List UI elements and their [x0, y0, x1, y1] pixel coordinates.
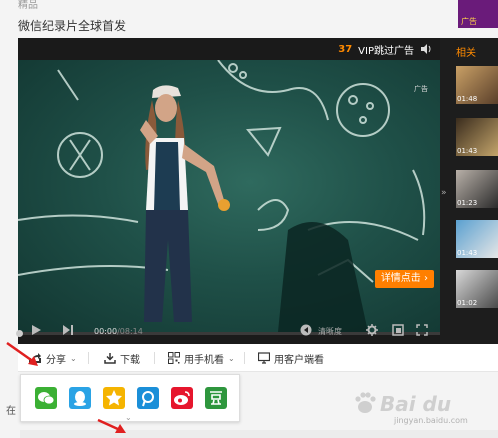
watch-on-phone-button[interactable]: 用手机看 ⌄ [168, 344, 235, 372]
related-thumb-1[interactable]: 01:48 [456, 66, 498, 104]
top-snippet-text: 精品 [18, 0, 38, 11]
video-frame[interactable] [18, 60, 440, 332]
related-title: 相关 [456, 48, 476, 59]
play-icon[interactable] [30, 324, 42, 336]
volume-icon[interactable] [420, 43, 432, 55]
related-thumb-2[interactable]: 01:43 [456, 118, 498, 156]
page: 精品 微信纪录片全球首发 广告 37 VIP跳过广告 广告 详情点击 › 00:… [0, 0, 498, 438]
thumb-duration: 01:43 [457, 249, 478, 257]
related-thumb-3[interactable]: 01:23 [456, 170, 498, 208]
gear-icon[interactable] [366, 324, 378, 336]
ad-details-button[interactable]: 详情点击 › [374, 270, 434, 288]
top-right-ad-banner[interactable]: 广告 [458, 0, 498, 28]
related-videos-panel: » 相关 01:48 01:43 01:23 01:43 01:02 [440, 38, 498, 344]
time-display: 00:00/08:14 [94, 327, 143, 336]
paw-logo-icon [355, 392, 376, 413]
thumb-duration: 01:43 [457, 147, 478, 155]
watermark-subtext: jingyan.baidu.com [394, 416, 468, 425]
progress-knob[interactable] [16, 330, 23, 337]
share-label: 分享 [46, 354, 66, 366]
chevron-down-icon: ⌄ [228, 353, 235, 363]
related-thumb-5[interactable]: 01:02 [456, 270, 498, 308]
ad-bar: 37 VIP跳过广告 [338, 38, 440, 60]
fullscreen-icon[interactable] [416, 324, 428, 336]
ad-details-label: 详情点击 [380, 273, 421, 284]
chevron-down-icon: ⌄ [70, 353, 77, 363]
watch-on-client-label: 用客户端看 [274, 354, 324, 366]
page-title: 微信纪录片全球首发 [18, 19, 127, 33]
thumb-duration: 01:48 [457, 95, 478, 103]
picture-in-picture-icon[interactable] [392, 324, 404, 336]
watch-on-phone-label: 用手机看 [184, 354, 224, 366]
qq-share-icon[interactable] [69, 387, 91, 409]
video-scene-illustration [18, 60, 426, 332]
video-player[interactable]: 37 VIP跳过广告 广告 详情点击 › 00:00/08:14 清晰度 [16, 38, 440, 344]
baidu-watermark: Bai du jingyan.baidu.com [352, 388, 492, 428]
bottom-strip [20, 430, 498, 438]
thumb-duration: 01:02 [457, 299, 478, 307]
vip-skip-ad-button[interactable]: VIP跳过广告 [358, 42, 414, 57]
video-action-toolbar: 分享 ⌄ 下载 用手机看 ⌄ 用客户端看 [18, 344, 498, 372]
bottom-left-text: 在 [6, 406, 16, 417]
toolbar-divider [244, 352, 245, 364]
red-arrow-annotation [97, 418, 126, 433]
download-icon [104, 353, 116, 364]
ad-countdown: 37 [338, 43, 353, 55]
qzone-share-icon[interactable] [103, 387, 125, 409]
douban-share-icon[interactable] [205, 387, 227, 409]
watch-on-client-button[interactable]: 用客户端看 [258, 344, 324, 372]
toolbar-divider [88, 352, 89, 364]
watermark-text: Bai du [380, 392, 452, 416]
ad-label: 广告 [414, 85, 428, 93]
red-arrow-annotation [6, 341, 38, 366]
monitor-icon [258, 352, 270, 364]
time-total: /08:14 [117, 327, 143, 336]
download-button[interactable]: 下载 [104, 344, 140, 372]
tencent-weibo-share-icon[interactable] [137, 387, 159, 409]
share-popup: ⌄ [20, 374, 240, 422]
next-icon[interactable] [62, 324, 74, 336]
qr-code-icon [168, 352, 180, 364]
wechat-share-icon[interactable] [35, 387, 57, 409]
sina-weibo-share-icon[interactable] [171, 387, 193, 409]
collapse-arrow-icon[interactable]: » [441, 188, 447, 198]
quality-selector[interactable]: 清晰度 [318, 326, 342, 337]
toolbar-divider [154, 352, 155, 364]
related-thumb-4[interactable]: 01:43 [456, 220, 498, 258]
download-label: 下载 [120, 354, 140, 366]
thumb-duration: 01:23 [457, 199, 478, 207]
ad-tag: 广告 [461, 17, 477, 26]
time-current: 00:00 [94, 327, 118, 336]
barrage-icon[interactable] [300, 324, 312, 336]
